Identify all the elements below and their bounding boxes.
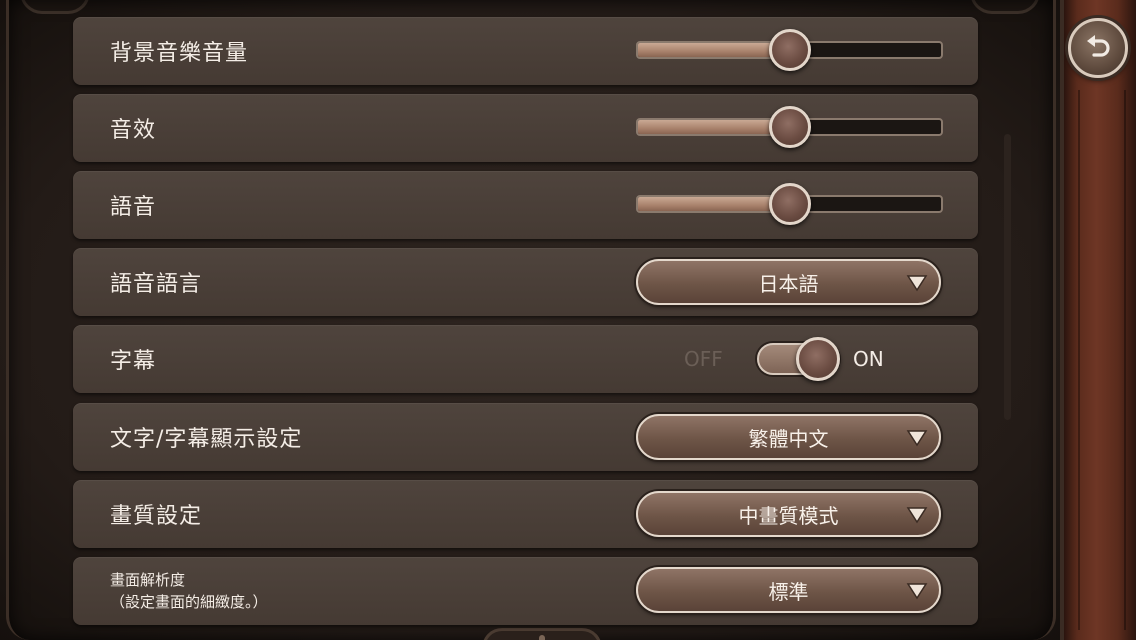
- voice-language-value: 日本語: [758, 271, 819, 296]
- row-resolution: 畫面解析度 （設定畫面的細緻度。） 標準: [73, 557, 978, 625]
- row-graphics-quality: 畫質設定 中畫質模式: [73, 480, 978, 548]
- row-bgm-volume: 背景音樂音量: [73, 17, 978, 85]
- voice-volume-slider[interactable]: [636, 183, 943, 225]
- subtitles-on-label[interactable]: ON: [853, 325, 884, 393]
- row-text-display: 文字/字幕顯示設定 繁體中文: [73, 403, 978, 471]
- resolution-label-line2: （設定畫面的細緻度。）: [110, 593, 268, 611]
- frame-ornament-left: [20, 0, 90, 14]
- subtitles-off-label[interactable]: OFF: [684, 325, 723, 393]
- resolution-label-line1: 畫面解析度: [110, 571, 186, 589]
- frame-ornament-right: [970, 0, 1040, 14]
- sfx-volume-label: 音效: [110, 118, 157, 143]
- bgm-volume-slider-knob[interactable]: [768, 29, 811, 71]
- resolution-label: 畫面解析度 （設定畫面的細緻度。）: [110, 569, 268, 613]
- bgm-volume-slider-fill: [638, 43, 790, 57]
- subtitles-label: 字幕: [110, 349, 157, 374]
- resolution-dropdown[interactable]: 標準: [636, 567, 941, 613]
- sfx-volume-slider-fill: [638, 120, 790, 134]
- back-button[interactable]: [1068, 18, 1128, 78]
- sfx-volume-slider-knob[interactable]: [768, 106, 811, 148]
- voice-volume-slider-knob[interactable]: [768, 183, 811, 225]
- frame-ornament-bottom: [482, 628, 602, 640]
- bgm-volume-label: 背景音樂音量: [110, 41, 249, 66]
- settings-frame: 背景音樂音量 音效 語音 語音語言 日本語 字幕 OFF ON 文字/字幕顯示設…: [0, 0, 1060, 640]
- bgm-volume-slider[interactable]: [636, 29, 943, 71]
- triangle-down-icon: [906, 275, 928, 292]
- text-display-value: 繁體中文: [748, 426, 829, 451]
- row-voice-volume: 語音: [73, 171, 978, 239]
- triangle-down-icon: [906, 507, 928, 524]
- sfx-volume-slider[interactable]: [636, 106, 943, 148]
- triangle-down-icon: [906, 430, 928, 447]
- graphics-quality-dropdown[interactable]: 中畫質模式: [636, 491, 941, 537]
- graphics-quality-value: 中畫質模式: [738, 503, 839, 528]
- voice-volume-label: 語音: [110, 195, 157, 220]
- voice-language-label: 語音語言: [110, 272, 203, 297]
- resolution-value: 標準: [768, 579, 809, 604]
- back-arrow-icon: [1087, 35, 1110, 57]
- subtitles-toggle-knob[interactable]: [796, 337, 840, 381]
- row-voice-language: 語音語言 日本語: [73, 248, 978, 316]
- row-sfx-volume: 音效: [73, 94, 978, 162]
- side-panel: [1060, 0, 1136, 640]
- voice-volume-slider-fill: [638, 197, 790, 211]
- graphics-quality-label: 畫質設定: [110, 504, 203, 529]
- scrollbar[interactable]: [1004, 134, 1011, 420]
- text-display-label: 文字/字幕顯示設定: [110, 427, 303, 452]
- text-display-dropdown[interactable]: 繁體中文: [636, 414, 941, 460]
- triangle-down-icon: [906, 583, 928, 600]
- row-subtitles: 字幕 OFF ON: [73, 325, 978, 393]
- voice-language-dropdown[interactable]: 日本語: [636, 259, 941, 305]
